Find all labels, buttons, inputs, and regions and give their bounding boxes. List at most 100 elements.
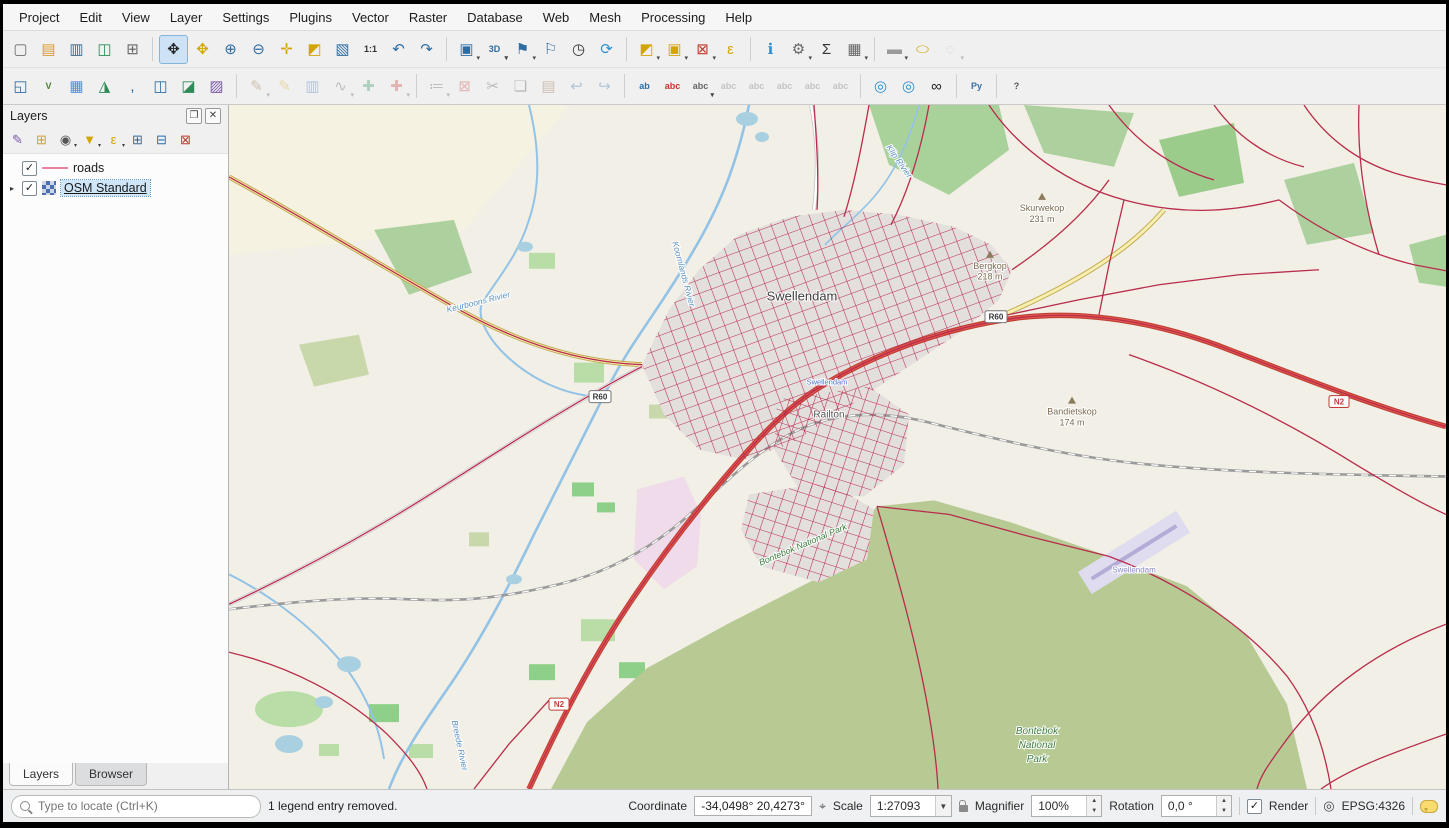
- add-raster-layer-button[interactable]: ▦: [63, 73, 90, 100]
- zoom-in-button[interactable]: ⊕: [217, 36, 244, 63]
- lock-scale-icon[interactable]: [959, 805, 968, 812]
- filter-by-expression-button[interactable]: ε: [103, 129, 124, 150]
- paste-features-button[interactable]: ▤: [535, 73, 562, 100]
- menu-help[interactable]: Help: [715, 7, 762, 28]
- open-project-button[interactable]: ▤: [35, 36, 62, 63]
- tab-browser[interactable]: Browser: [75, 763, 147, 786]
- crs-status[interactable]: EPSG:4326: [1342, 799, 1405, 813]
- layer-item-osm-standard[interactable]: ▸ ✓ OSM Standard: [3, 178, 228, 198]
- menu-raster[interactable]: Raster: [399, 7, 457, 28]
- layer-roads-label[interactable]: roads: [73, 161, 104, 175]
- save-layer-edits-button[interactable]: ▥: [299, 73, 326, 100]
- show-spatial-bookmarks-button[interactable]: ⚐: [537, 36, 564, 63]
- new-3d-map-view-button[interactable]: 3D: [481, 36, 508, 63]
- refresh-map-button[interactable]: ⟳: [593, 36, 620, 63]
- pan-map-button[interactable]: ✥: [159, 35, 188, 64]
- map-canvas[interactable]: Swellendam Railton Swellendam Skurwekop …: [229, 105, 1446, 789]
- zoom-native-button[interactable]: 1:1: [357, 36, 384, 63]
- menu-project[interactable]: Project: [9, 7, 69, 28]
- spin-arrows[interactable]: ▲▼: [1086, 796, 1101, 816]
- rotate-label-button[interactable]: abc: [799, 73, 826, 100]
- open-data-source-manager-button[interactable]: ◱: [7, 73, 34, 100]
- new-project-button[interactable]: ▢: [7, 36, 34, 63]
- locate-input[interactable]: [36, 798, 252, 814]
- add-virtual-layer-button[interactable]: ▨: [203, 73, 230, 100]
- change-label-properties-button[interactable]: abc: [827, 73, 854, 100]
- identify-features-button[interactable]: ℹ: [757, 36, 784, 63]
- layer-item-roads[interactable]: ✓ roads: [3, 158, 228, 178]
- new-spatial-bookmark-button[interactable]: ⚑: [509, 36, 536, 63]
- menu-vector[interactable]: Vector: [342, 7, 399, 28]
- help-button[interactable]: ?: [1003, 73, 1030, 100]
- menu-settings[interactable]: Settings: [212, 7, 279, 28]
- osm-place-search-button[interactable]: ◌: [937, 36, 964, 63]
- menu-view[interactable]: View: [112, 7, 160, 28]
- delete-selected-button[interactable]: ⊠: [451, 73, 478, 100]
- add-delimited-text-layer-button[interactable]: ,: [119, 73, 146, 100]
- current-edits-button[interactable]: ✎: [243, 73, 270, 100]
- zoom-out-button[interactable]: ⊖: [245, 36, 272, 63]
- zoom-next-button[interactable]: ↷: [413, 36, 440, 63]
- move-label-button[interactable]: abc: [771, 73, 798, 100]
- extent-toggle-icon[interactable]: ⌖: [819, 799, 826, 814]
- highlight-pinned-labels-button[interactable]: ab: [631, 73, 658, 100]
- undo-button[interactable]: ↩: [563, 73, 590, 100]
- digitize-with-curve-button[interactable]: ∿: [327, 73, 354, 100]
- show-layout-manager-button[interactable]: ⊞: [119, 36, 146, 63]
- manage-map-themes-button[interactable]: ◉: [55, 129, 76, 150]
- spin-arrows[interactable]: ▲▼: [1216, 796, 1231, 816]
- add-group-button[interactable]: ⊞: [31, 129, 52, 150]
- map-tips-button[interactable]: ⬭: [909, 36, 936, 63]
- panel-close-button[interactable]: ✕: [205, 108, 221, 124]
- web-service-button[interactable]: ◎: [895, 73, 922, 100]
- select-features-button[interactable]: ◩: [633, 36, 660, 63]
- remove-layer-button[interactable]: ⊠: [175, 129, 196, 150]
- run-feature-action-button[interactable]: ⚙: [785, 36, 812, 63]
- python-console-button[interactable]: Py: [963, 73, 990, 100]
- select-by-expression-button[interactable]: ε: [717, 36, 744, 63]
- layer-labeling-options-button[interactable]: abc: [659, 73, 686, 100]
- menu-web[interactable]: Web: [533, 7, 580, 28]
- temporal-controller-button[interactable]: ◷: [565, 36, 592, 63]
- new-print-layout-button[interactable]: ◫: [91, 36, 118, 63]
- select-features-by-value-button[interactable]: ▣: [661, 36, 688, 63]
- zoom-last-button[interactable]: ↶: [385, 36, 412, 63]
- map-svg[interactable]: Swellendam Railton Swellendam Skurwekop …: [229, 105, 1446, 789]
- zoom-to-layer-button[interactable]: ▧: [329, 36, 356, 63]
- zoom-to-selection-button[interactable]: ◩: [301, 36, 328, 63]
- layer-diagram-options-button[interactable]: abc: [687, 73, 714, 100]
- rotation-spinbox[interactable]: 0,0 ° ▲▼: [1161, 795, 1232, 817]
- toggle-editing-button[interactable]: ✎: [271, 73, 298, 100]
- search-layers-button[interactable]: ∞: [923, 73, 950, 100]
- save-project-button[interactable]: ▥: [63, 36, 90, 63]
- layer-roads-checkbox[interactable]: ✓: [22, 161, 37, 176]
- layer-osm-checkbox[interactable]: ✓: [22, 181, 37, 196]
- zoom-full-button[interactable]: ✛: [273, 36, 300, 63]
- menu-layer[interactable]: Layer: [160, 7, 213, 28]
- render-checkbox[interactable]: ✓: [1247, 799, 1262, 814]
- modify-attributes-button[interactable]: ≔: [423, 73, 450, 100]
- open-layer-styling-panel-button[interactable]: ✎: [7, 129, 28, 150]
- menu-database[interactable]: Database: [457, 7, 533, 28]
- osm-layer-expander[interactable]: ▸: [7, 184, 17, 193]
- collapse-all-button[interactable]: ⊟: [151, 129, 172, 150]
- add-mesh-layer-button[interactable]: ◮: [91, 73, 118, 100]
- menu-processing[interactable]: Processing: [631, 7, 715, 28]
- statistical-summary-button[interactable]: Σ: [813, 36, 840, 63]
- open-attribute-table-button[interactable]: ▦: [841, 36, 868, 63]
- messages-icon[interactable]: [1420, 800, 1438, 813]
- add-postgis-layer-button[interactable]: ◫: [147, 73, 174, 100]
- deselect-features-button[interactable]: ⊠: [689, 36, 716, 63]
- panel-float-button[interactable]: ❐: [186, 108, 202, 124]
- copy-features-button[interactable]: ❏: [507, 73, 534, 100]
- coordinate-input[interactable]: [694, 796, 812, 816]
- menu-plugins[interactable]: Plugins: [279, 7, 342, 28]
- magnifier-spinbox[interactable]: 100% ▲▼: [1031, 795, 1102, 817]
- layer-osm-label[interactable]: OSM Standard: [61, 180, 150, 196]
- new-map-view-button[interactable]: ▣: [453, 36, 480, 63]
- vertex-tool-button[interactable]: ✚: [383, 73, 410, 100]
- chevron-down-icon[interactable]: ▼: [935, 796, 951, 816]
- scale-combo[interactable]: 1:27093 ▼: [870, 795, 952, 817]
- pin-unpin-labels-button[interactable]: abc: [715, 73, 742, 100]
- add-vector-layer-button[interactable]: V: [35, 73, 62, 100]
